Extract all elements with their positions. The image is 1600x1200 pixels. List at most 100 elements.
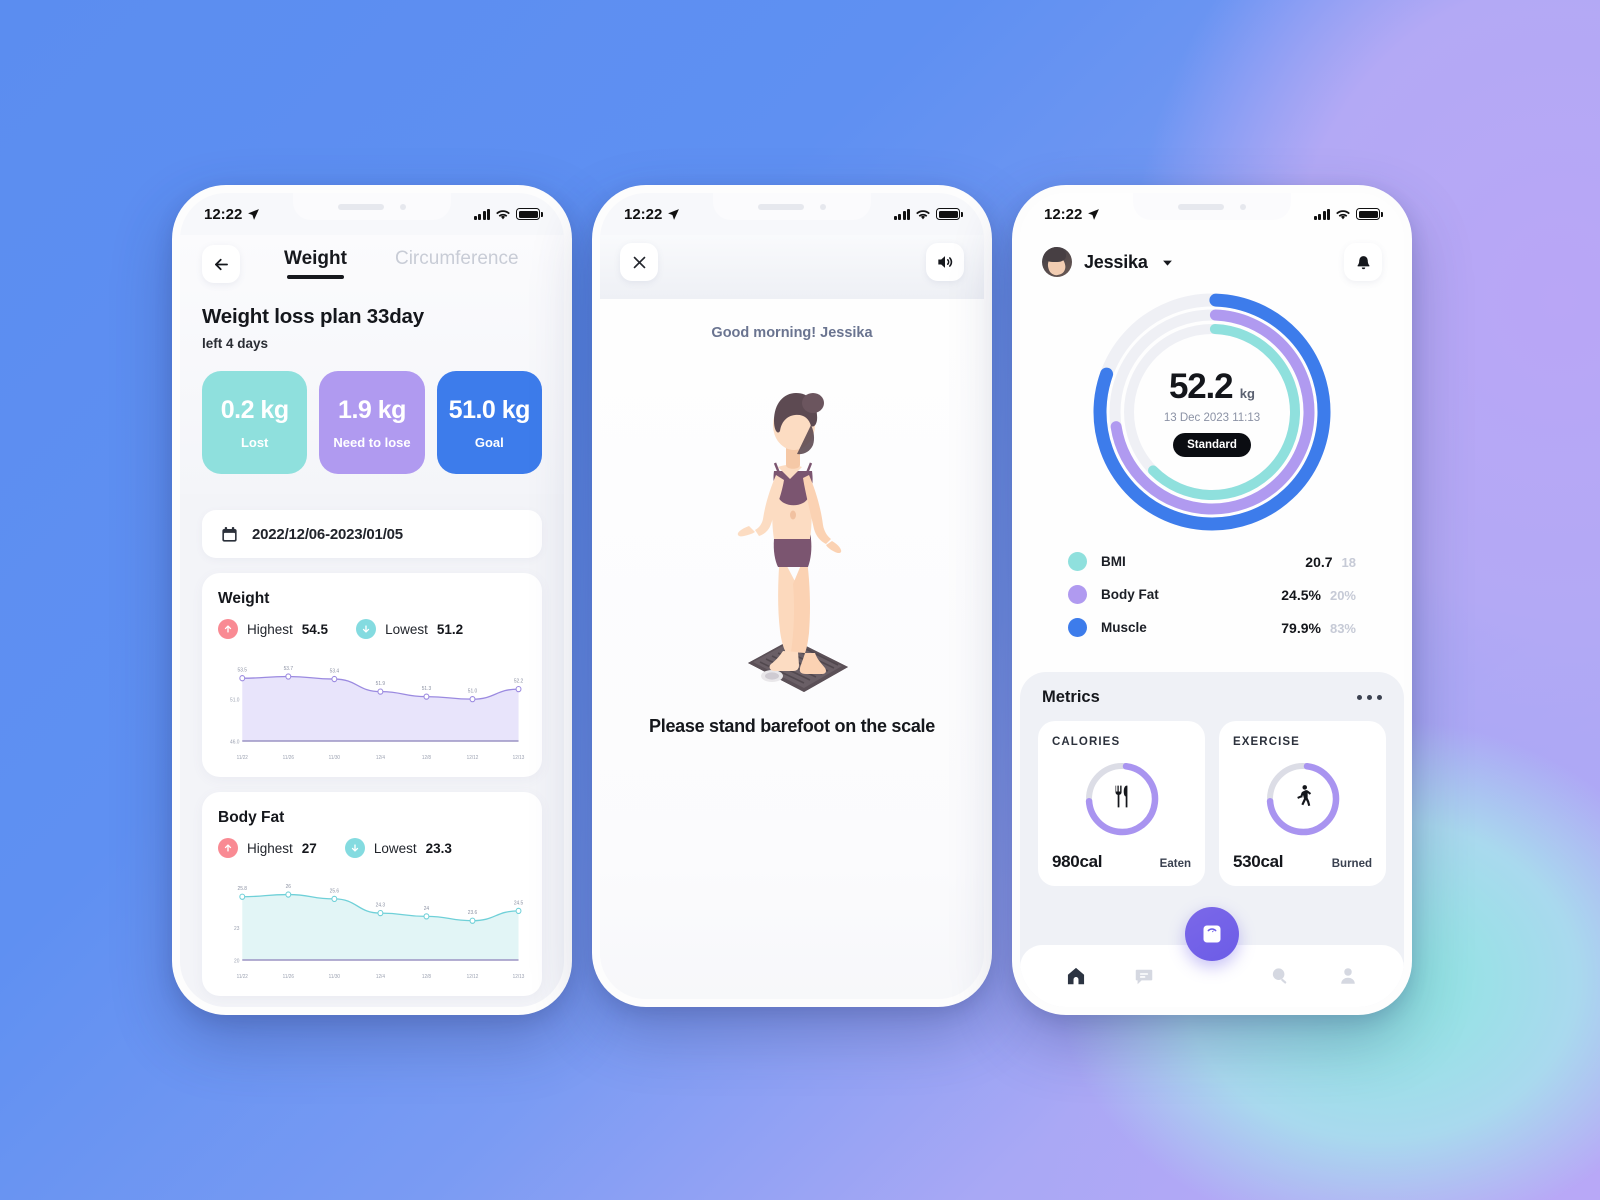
lowest-group: Lowest 51.2: [356, 619, 463, 639]
tab-circumference[interactable]: Circumference: [395, 248, 519, 279]
highest-group: Highest 54.5: [218, 619, 328, 639]
user-name: Jessika: [1084, 251, 1148, 272]
user-selector[interactable]: Jessika: [1042, 247, 1175, 277]
cellular-signal-icon: [473, 208, 490, 220]
header: [620, 235, 964, 281]
metrics-more-button[interactable]: [1357, 695, 1382, 700]
status-time: 12:22: [1044, 205, 1083, 223]
tab-weight[interactable]: Weight: [284, 248, 347, 279]
wifi-icon: [1336, 209, 1350, 219]
weight-line-chart[interactable]: 51.0 46.0 53.5 53.7 53.4 51.9 51.3 51.0 52.2 11/2…: [218, 649, 526, 767]
lowest-value: 51.2: [436, 621, 464, 637]
chart-title: Body Fat: [218, 809, 285, 826]
metric-card-exercise[interactable]: EXERCISE 530cal Burned: [1219, 721, 1386, 886]
body-fat-line-chart[interactable]: 23 20 25.8 26 25.6 24.3 24 23.6 24.5 11/22 11/26 11…: [218, 868, 526, 986]
chart-card-weight: Weight Highest 54.5 Lowest 51.2 51.0 46.…: [202, 573, 542, 777]
legend-row-body-fat[interactable]: Body Fat 24.5% 20%: [1068, 578, 1356, 611]
arrow-up-icon: [218, 619, 238, 639]
highest-value: 27: [301, 840, 317, 856]
stat-card-need-to-lose[interactable]: 1.9 kg Need to lose: [319, 371, 425, 474]
svg-text:20: 20: [234, 958, 240, 964]
tab-chat[interactable]: [1124, 965, 1164, 987]
stat-value: 51.0 kg: [448, 395, 531, 424]
wifi-icon: [916, 209, 930, 219]
notifications-button[interactable]: [1344, 243, 1382, 281]
metric-sublabel: Eaten: [1159, 858, 1191, 870]
svg-text:51.9: 51.9: [376, 681, 386, 687]
lowest-label: Lowest: [385, 621, 428, 637]
svg-text:53.7: 53.7: [284, 666, 294, 672]
location-arrow-icon: [668, 208, 680, 220]
stat-card-goal[interactable]: 51.0 kg Goal: [436, 371, 542, 474]
cutlery-icon: [1109, 784, 1135, 815]
back-button[interactable]: [202, 245, 240, 283]
date-range-text: 2022/12/06-2023/01/05: [252, 525, 403, 543]
svg-text:12/13: 12/13: [513, 755, 525, 761]
scale-icon: [1203, 925, 1221, 943]
search-icon: [1272, 968, 1287, 984]
status-badge: Standard: [1173, 433, 1251, 457]
svg-text:51.0: 51.0: [468, 689, 478, 695]
svg-text:12/8: 12/8: [422, 974, 431, 980]
svg-text:11/30: 11/30: [329, 755, 341, 761]
legend-name: Body Fat: [1101, 587, 1159, 602]
svg-text:11/26: 11/26: [283, 755, 295, 761]
svg-text:51.3: 51.3: [422, 686, 432, 692]
gauge-timestamp: 13 Dec 2023 11:13: [1163, 412, 1261, 424]
legend-name: BMI: [1101, 554, 1126, 569]
header: Jessika: [1042, 235, 1382, 281]
arrow-left-icon: [214, 258, 228, 270]
status-time: 12:22: [624, 205, 663, 223]
bell-icon: [1357, 255, 1369, 269]
legend-color-dot: [1068, 585, 1087, 604]
legend-row-bmi[interactable]: BMI 20.7 18: [1068, 545, 1356, 578]
tab-search[interactable]: [1260, 965, 1300, 987]
battery-icon: [936, 208, 963, 220]
arrow-down-icon: [356, 619, 377, 639]
legend-color-dot: [1068, 618, 1087, 637]
tab-profile[interactable]: [1328, 965, 1368, 987]
chart-extremes: Highest 27 Lowest 23.3: [218, 838, 526, 858]
legend-reference: 20%: [1329, 587, 1356, 603]
scale-fab-button[interactable]: [1185, 907, 1239, 961]
chart-card-body-fat: Body Fat Highest 27 Lowest 23.3 23 20 25…: [202, 792, 542, 996]
svg-text:46.0: 46.0: [230, 739, 240, 745]
earpiece-speaker: [758, 203, 804, 210]
legend-reference: 18: [1341, 554, 1356, 570]
svg-text:12/8: 12/8: [422, 755, 431, 761]
calendar-icon: [222, 526, 237, 542]
instruction-headline: Please stand barefoot on the scale: [649, 716, 935, 736]
svg-text:26: 26: [286, 884, 292, 890]
chevron-down-icon: [1162, 260, 1172, 266]
gauge-weight-value: 52.2: [1169, 367, 1234, 406]
svg-text:25.6: 25.6: [330, 888, 340, 894]
gauge-weight-unit: kg: [1239, 386, 1255, 401]
svg-text:52.2: 52.2: [514, 678, 524, 684]
stat-label: Goal: [474, 434, 504, 450]
tab-list: Weight Circumference: [284, 245, 519, 279]
stat-label: Lost: [240, 434, 269, 450]
close-button[interactable]: [620, 243, 658, 281]
svg-text:53.5: 53.5: [238, 668, 248, 674]
metric-card-calories[interactable]: CALORIES 980cal Eaten: [1038, 721, 1205, 886]
legend-value: 20.7: [1305, 553, 1333, 570]
notch: [293, 193, 451, 220]
svg-text:24: 24: [424, 906, 430, 912]
sound-button[interactable]: [926, 243, 964, 281]
legend-row-muscle[interactable]: Muscle 79.9% 83%: [1068, 611, 1356, 644]
highest-label: Highest: [247, 621, 293, 637]
stat-card-lost[interactable]: 0.2 kg Lost: [202, 371, 308, 474]
body-composition-gauge[interactable]: 52.2 kg 13 Dec 2023 11:13 Standard: [1042, 283, 1382, 541]
front-camera: [400, 203, 406, 210]
chart-extremes: Highest 54.5 Lowest 51.2: [218, 619, 526, 639]
arrow-up-icon: [218, 838, 238, 858]
svg-text:53.4: 53.4: [330, 668, 340, 674]
legend-color-dot: [1068, 552, 1087, 571]
stat-card-row: 0.2 kg Lost 1.9 kg Need to lose 51.0 kg …: [202, 371, 542, 474]
tab-home[interactable]: [1056, 965, 1096, 987]
metric-value: 980cal: [1052, 852, 1103, 871]
status-time: 12:22: [204, 205, 243, 223]
location-arrow-icon: [1088, 208, 1100, 220]
date-range-selector[interactable]: 2022/12/06-2023/01/05: [202, 510, 542, 558]
header: Weight Circumference: [202, 235, 542, 297]
